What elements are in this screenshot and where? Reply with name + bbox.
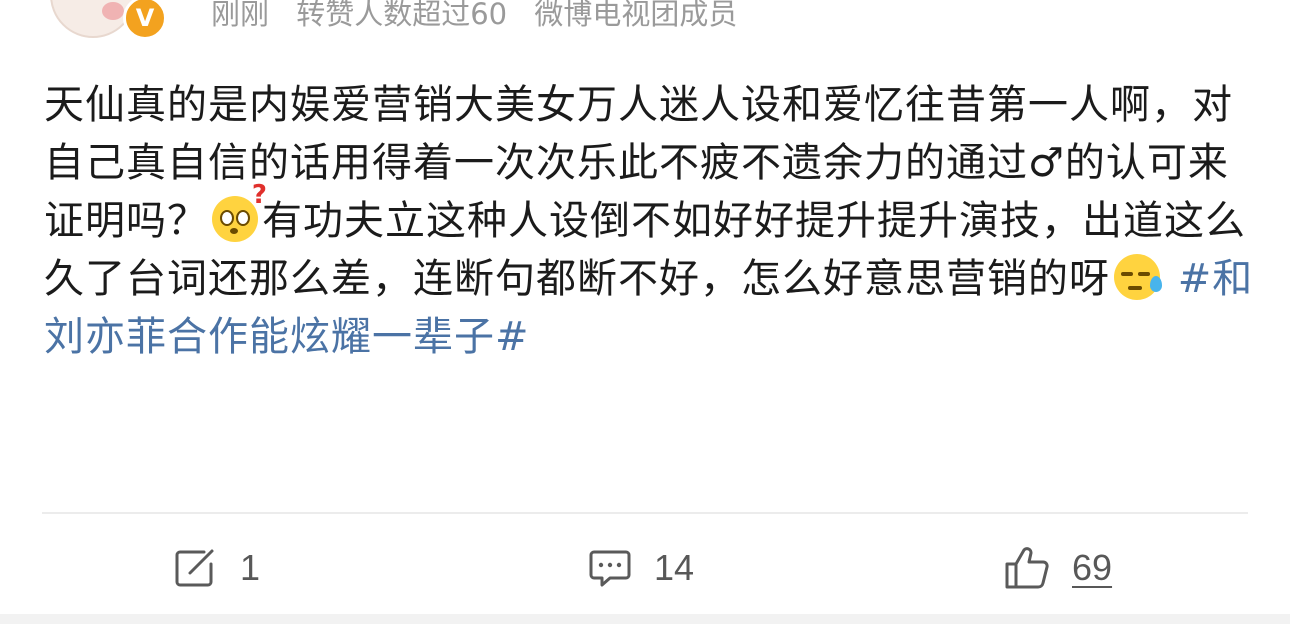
repost-icon: [175, 549, 214, 587]
divider: [42, 512, 1248, 514]
group-label: 微博电视团成员: [534, 0, 738, 31]
sweat-emoji-icon: [1114, 254, 1162, 300]
verified-badge-icon: V: [123, 0, 167, 40]
bottom-separator: [0, 614, 1290, 624]
post-header: V 刚刚 转赞人数超过60 微博电视团成员: [0, 0, 1290, 44]
comment-button[interactable]: 14: [588, 540, 694, 596]
repost-count: 1: [240, 547, 261, 588]
repost-button[interactable]: 1: [174, 540, 260, 596]
repost-info: 转赞人数超过60: [296, 0, 508, 31]
post-time: 刚刚: [211, 0, 270, 31]
comment-count: 14: [654, 547, 695, 588]
avatar-detail: [102, 2, 124, 20]
action-bar: 1 14 69: [0, 540, 1290, 596]
comment-icon: [589, 550, 631, 587]
thumbs-up-icon: [1005, 547, 1049, 589]
like-count[interactable]: 69: [1072, 547, 1112, 589]
confused-emoji-icon: ?: [212, 182, 267, 242]
post-body: 天仙真的是内娱爱营销大美女万人迷人设和爱忆往昔第一人啊，对自己真自信的话用得着一…: [44, 76, 1254, 366]
like-button[interactable]: 69: [1004, 540, 1112, 596]
post-meta: 刚刚 转赞人数超过60 微博电视团成员: [211, 0, 755, 34]
